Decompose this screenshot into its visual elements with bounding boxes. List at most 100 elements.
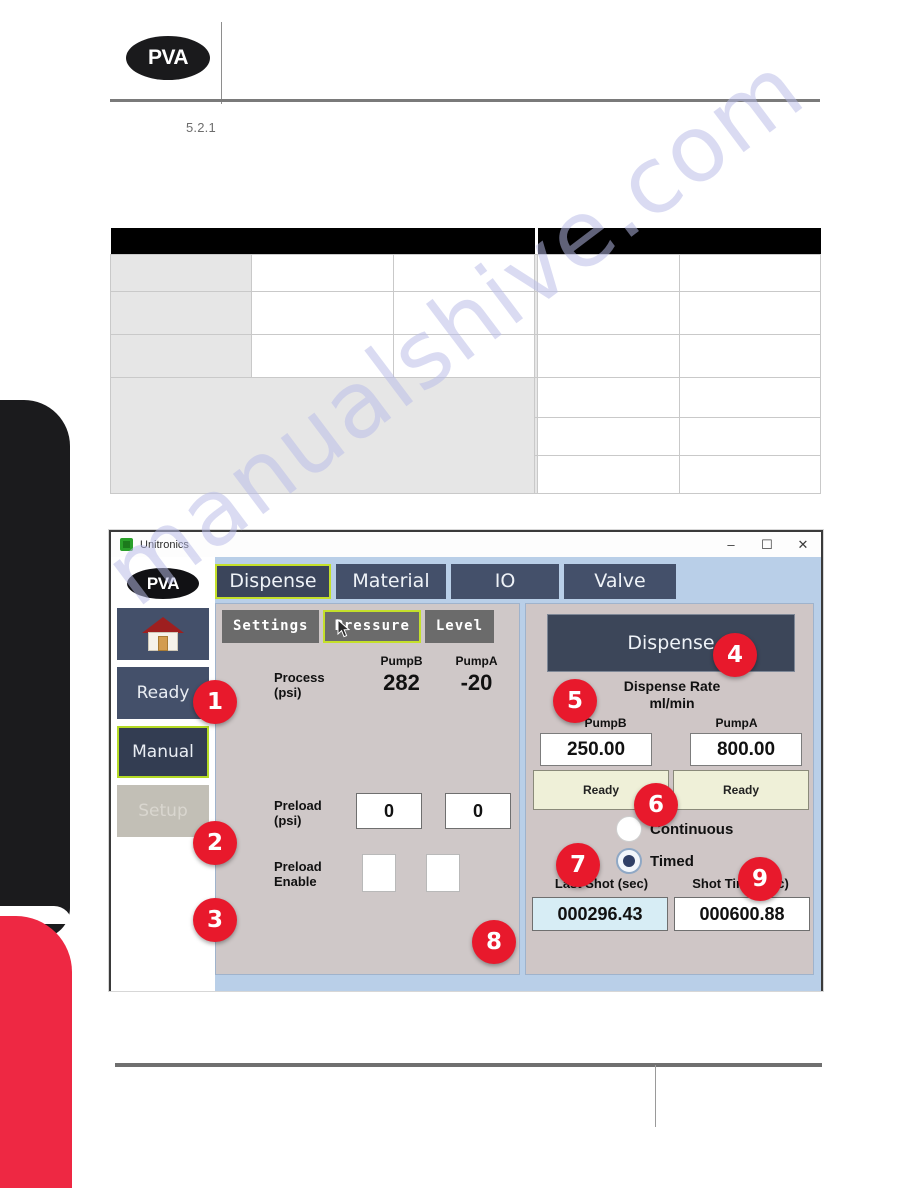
table-header-left — [110, 228, 535, 255]
sidebar-item-home[interactable] — [117, 608, 209, 660]
preload-enable-label: Preload Enable — [274, 859, 322, 890]
preload-enable-fields — [362, 854, 460, 892]
callout-badge-8: 8 — [472, 920, 516, 964]
sidebar-item-setup: Setup — [117, 785, 209, 837]
radio-timed-icon[interactable] — [616, 848, 642, 874]
header-horizontal-rule — [110, 99, 820, 102]
process-pumpa-value: -20 — [460, 670, 493, 695]
cell-name2 — [537, 376, 680, 418]
callout-badge-1: 1 — [193, 680, 237, 724]
preload-pumpa-input[interactable]: 0 — [445, 793, 511, 829]
minimize-icon[interactable]: – — [713, 532, 749, 557]
last-shot-label: Last Shot (sec) — [554, 876, 649, 891]
mode-radio-group: Continuous Timed — [616, 816, 733, 880]
subtab-level[interactable]: Level — [424, 610, 495, 643]
callout-badge-4: 4 — [713, 633, 757, 677]
unitronics-app-icon — [120, 538, 133, 551]
rate-pumpa-input[interactable]: 800.00 — [690, 733, 802, 766]
table-row — [109, 253, 822, 292]
cell-num — [109, 290, 253, 335]
status-pumpa: Ready — [673, 770, 809, 810]
preload-label-line1: Preload — [274, 798, 322, 813]
sub-tab-bar: Settings Pressure Level — [216, 604, 519, 643]
pressure-pane: Settings Pressure Level PumpB PumpA Proc… — [215, 603, 520, 975]
tab-material[interactable]: Material — [336, 564, 446, 599]
footer-horizontal-rule — [115, 1063, 822, 1067]
column-header-pumpb: PumpB — [584, 716, 627, 730]
preload-enable-pumpa-checkbox[interactable] — [426, 854, 460, 892]
window-controls: – ☐ ✕ — [713, 532, 821, 557]
app-pva-logo-text: PVA — [146, 573, 180, 593]
process-label-line2: (psi) — [274, 684, 302, 700]
radio-continuous-icon[interactable] — [616, 816, 642, 842]
preload-enable-pumpb-checkbox[interactable] — [362, 854, 396, 892]
callout-reference-table — [109, 228, 822, 495]
header-vertical-rule — [221, 22, 222, 104]
table-row — [109, 333, 822, 378]
cell-num — [109, 333, 253, 378]
dispense-button[interactable]: Dispense — [547, 614, 795, 672]
cell-name2 — [537, 333, 680, 378]
decorative-black-shape — [0, 400, 70, 938]
column-header-pumpa: PumpA — [715, 716, 758, 730]
preload-pumpb-input[interactable]: 0 — [356, 793, 422, 829]
tab-bar: Dispense Material IO Valve — [215, 560, 818, 603]
subtab-settings[interactable]: Settings — [222, 610, 320, 643]
cell-desc — [392, 253, 536, 292]
tab-io[interactable]: IO — [451, 564, 559, 599]
cell-name — [251, 290, 394, 335]
window-title: Unitronics — [140, 538, 189, 551]
table-header-row — [110, 228, 821, 255]
callout-badge-9: 9 — [738, 857, 782, 901]
sidebar-item-label: Setup — [138, 801, 188, 821]
section-number: 5.2.1 — [186, 120, 216, 135]
preload-label-line2: (psi) — [274, 812, 302, 828]
process-pumpb-value: 282 — [383, 670, 420, 695]
preload-fields: 0 0 — [356, 793, 511, 829]
cell-name2 — [537, 290, 680, 335]
preload-enable-label-line1: Preload — [274, 859, 322, 874]
callout-badge-6: 6 — [634, 783, 678, 827]
rate-pumpb-input[interactable]: 250.00 — [540, 733, 652, 766]
tab-valve[interactable]: Valve — [564, 564, 676, 599]
process-values: 282 -20 — [364, 670, 514, 696]
shot-time-input[interactable]: 000600.88 — [674, 897, 810, 931]
callout-badge-5: 5 — [553, 679, 597, 723]
cell-desc — [392, 333, 536, 378]
footer-vertical-rule — [655, 1065, 656, 1127]
rate-fields: 250.00 800.00 — [540, 733, 802, 766]
content-area: Dispense Material IO Valve Settings Pres… — [215, 557, 821, 991]
house-icon — [142, 617, 184, 651]
document-page: PVA 5.2.1 Unitronics – ☐ ✕ PVA Ready Man… — [0, 0, 918, 1188]
preload-enable-label-line2: Enable — [274, 873, 317, 889]
callout-badge-2: 2 — [193, 821, 237, 865]
cell-desc — [392, 290, 536, 335]
left-column-headers: PumpB PumpA — [364, 654, 514, 668]
cell-desc2 — [678, 253, 822, 292]
table-row — [109, 290, 822, 335]
shot-fields: 000296.43 000600.88 — [532, 897, 810, 931]
cell-name2 — [537, 454, 680, 495]
cell-spanner — [109, 376, 536, 495]
radio-option-timed[interactable]: Timed — [616, 848, 733, 874]
pva-logo: PVA — [126, 36, 210, 80]
tab-dispense[interactable]: Dispense — [215, 564, 331, 599]
cell-num — [109, 253, 253, 292]
maximize-icon[interactable]: ☐ — [749, 532, 785, 557]
radio-option-continuous[interactable]: Continuous — [616, 816, 733, 842]
sidebar-item-label: Manual — [132, 742, 194, 762]
cell-desc2 — [678, 333, 822, 378]
cell-name — [251, 253, 394, 292]
close-icon[interactable]: ✕ — [785, 532, 821, 557]
column-header-pumpb: PumpB — [380, 654, 423, 668]
decorative-red-shape — [0, 916, 72, 1188]
sidebar-item-label: Ready — [136, 683, 190, 703]
cell-name2 — [537, 253, 680, 292]
app-pva-logo: PVA — [127, 568, 199, 599]
cell-name2 — [537, 416, 680, 456]
table-header-right — [537, 228, 821, 255]
process-label-line1: Process — [274, 670, 325, 685]
last-shot-value: 000296.43 — [532, 897, 668, 931]
preload-label: Preload (psi) — [274, 798, 322, 829]
sidebar-item-manual[interactable]: Manual — [117, 726, 209, 778]
